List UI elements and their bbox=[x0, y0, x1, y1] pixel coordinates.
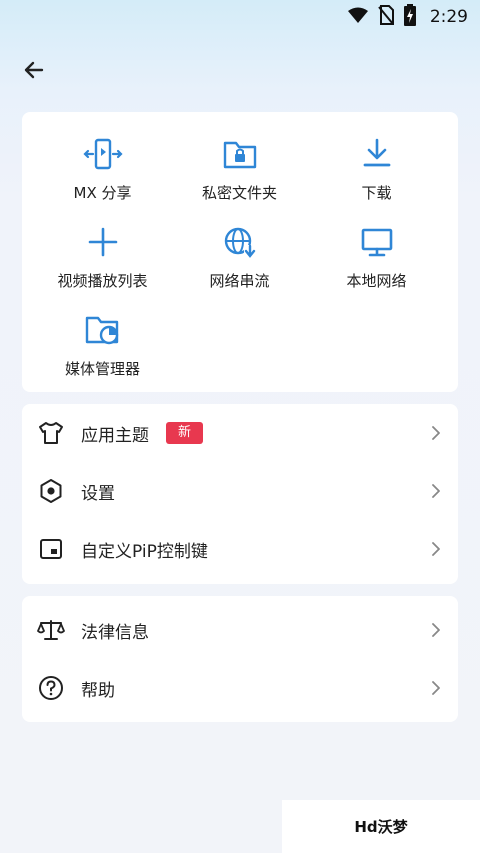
hexagon-settings-icon bbox=[37, 477, 65, 505]
watermark-text: Hd沃梦 bbox=[354, 818, 408, 836]
grid-item-local-network[interactable]: 本地网络 bbox=[304, 222, 449, 291]
network-stream-icon bbox=[220, 222, 260, 262]
grid-item-label: 本地网络 bbox=[346, 272, 407, 290]
monitor-icon bbox=[357, 222, 397, 262]
grid-item-label: 媒体管理器 bbox=[64, 360, 140, 378]
chevron-right-icon bbox=[430, 541, 442, 557]
help-icon bbox=[37, 674, 65, 702]
back-button[interactable] bbox=[18, 54, 50, 86]
battery-charging-icon bbox=[403, 4, 416, 30]
status-bar: 2:29 bbox=[0, 0, 480, 34]
row-label: 应用主题 bbox=[81, 425, 149, 446]
grid-item-download[interactable]: 下载 bbox=[304, 134, 449, 203]
feature-grid-card: MX 分享 私密文件夹 下载 视频播放列表 网络串流 本地网络 媒体管理器 bbox=[22, 112, 458, 392]
new-badge: 新 bbox=[166, 422, 204, 444]
grid-item-network-stream[interactable]: 网络串流 bbox=[167, 222, 312, 291]
grid-item-label: 网络串流 bbox=[209, 272, 270, 290]
row-help[interactable]: 帮助 bbox=[22, 659, 458, 717]
row-app-theme[interactable]: 应用主题 新 bbox=[22, 404, 458, 462]
row-label: 帮助 bbox=[81, 680, 115, 701]
row-label: 设置 bbox=[81, 483, 115, 504]
row-settings[interactable]: 设置 bbox=[22, 462, 458, 520]
grid-item-private-folder[interactable]: 私密文件夹 bbox=[167, 134, 312, 203]
private-folder-icon bbox=[220, 134, 260, 174]
row-label: 法律信息 bbox=[81, 622, 149, 643]
chevron-right-icon bbox=[430, 680, 442, 696]
grid-item-label: 视频播放列表 bbox=[57, 272, 148, 290]
pip-icon bbox=[37, 535, 65, 563]
watermark: Hd沃梦 bbox=[282, 800, 480, 853]
download-icon bbox=[357, 134, 397, 174]
row-legal-info[interactable]: 法律信息 bbox=[22, 601, 458, 659]
no-sim-icon bbox=[378, 5, 394, 29]
grid-item-video-playlist[interactable]: 视频播放列表 bbox=[30, 222, 175, 291]
plus-icon bbox=[83, 222, 123, 262]
legal-card: 法律信息 帮助 bbox=[22, 596, 458, 722]
status-time: 2:29 bbox=[429, 7, 468, 27]
settings-card: 应用主题 新 设置 自定义PiP控制键 bbox=[22, 404, 458, 584]
grid-item-label: MX 分享 bbox=[73, 184, 132, 202]
row-custom-pip[interactable]: 自定义PiP控制键 bbox=[22, 520, 458, 578]
arrow-left-icon bbox=[24, 61, 44, 79]
scale-icon bbox=[37, 616, 65, 644]
grid-item-label: 私密文件夹 bbox=[201, 184, 277, 202]
row-label: 自定义PiP控制键 bbox=[81, 541, 208, 562]
grid-item-label: 下载 bbox=[361, 184, 392, 202]
media-manager-icon bbox=[83, 310, 123, 350]
wifi-icon bbox=[347, 7, 368, 27]
grid-item-mx-share[interactable]: MX 分享 bbox=[30, 134, 175, 203]
tshirt-icon bbox=[37, 419, 65, 447]
mx-share-icon bbox=[82, 134, 123, 174]
chevron-right-icon bbox=[430, 622, 442, 638]
chevron-right-icon bbox=[430, 425, 442, 441]
grid-item-media-manager[interactable]: 媒体管理器 bbox=[30, 310, 175, 379]
chevron-right-icon bbox=[430, 483, 442, 499]
